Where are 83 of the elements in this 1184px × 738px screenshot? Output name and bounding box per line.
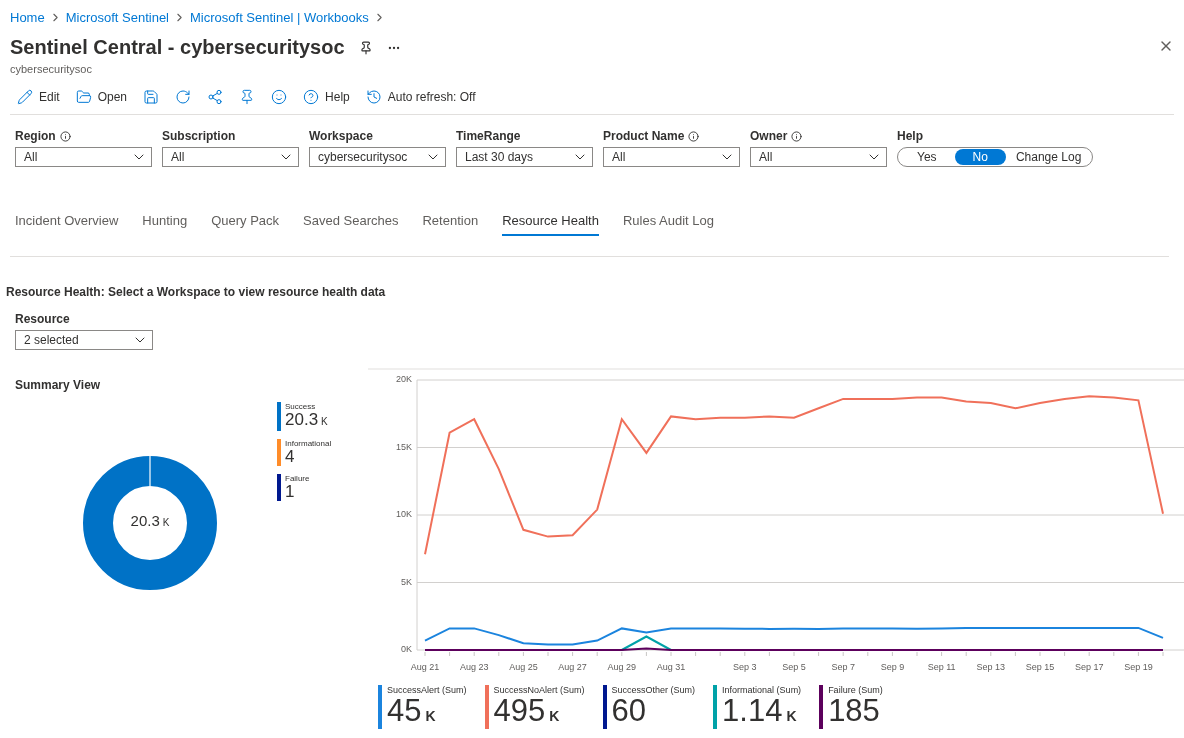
toggle-option[interactable]: No (954, 149, 1006, 165)
parameter-label: Owner (750, 129, 788, 143)
dropdown[interactable]: All (15, 147, 152, 167)
legend-label: Informational (285, 439, 332, 448)
axis-label: Aug 29 (607, 662, 637, 672)
axis-label: 0K (401, 644, 412, 655)
axis-label: 10K (396, 509, 412, 520)
legend-value: 20.3 K (285, 411, 328, 431)
axis-label: Sep 3 (733, 662, 757, 672)
toggle-option[interactable]: Change Log (1005, 149, 1092, 165)
section-title: Resource Health: Select a Workspace to view resource health data (6, 285, 387, 299)
axis-label: 15K (396, 441, 412, 452)
dropdown[interactable]: 2 selected (15, 330, 153, 350)
legend-value: 4 (285, 448, 296, 466)
axis-label: Aug 31 (656, 662, 686, 672)
legend-value: 45 K (387, 695, 437, 730)
axis-label: Sep 9 (880, 662, 905, 672)
toolbar-button[interactable]: Open (68, 85, 135, 109)
parameter-label: Workspace (309, 129, 373, 143)
axis-label: 5K (401, 576, 412, 587)
breadcrumb-link[interactable]: Home (10, 9, 45, 25)
axis-label: Sep 7 (831, 662, 855, 672)
legend-value: 1.14 K (722, 695, 797, 730)
legend-label: SuccessOther (Sum) (611, 685, 696, 695)
legend-value: 185 (828, 695, 880, 727)
legend-label: Success (285, 402, 317, 411)
axis-label: Aug 23 (459, 662, 489, 672)
legend-bar (602, 685, 607, 729)
axis-label: Aug 27 (558, 662, 587, 672)
legend-bar (484, 685, 489, 729)
page-title: Sentinel Central - cybersecuritysoc (10, 36, 345, 59)
dropdown[interactable]: Last 30 days (456, 147, 593, 167)
parameter-label: TimeRange (456, 129, 521, 143)
legend-label: Failure (285, 474, 310, 483)
edit-icon (17, 89, 33, 105)
legend-value: 495 K (493, 695, 560, 730)
legend-value: 60 (611, 695, 648, 727)
axis-label: Sep 17 (1074, 662, 1104, 672)
legend-label: SuccessNoAlert (Sum) (493, 685, 585, 695)
folder-icon (75, 89, 92, 105)
axis-label: Sep 19 (1124, 662, 1153, 672)
tab[interactable]: Resource Health (502, 213, 599, 236)
parameter-label: Help (897, 129, 923, 143)
breadcrumb-link[interactable]: Microsoft Sentinel | Workbooks (190, 9, 369, 25)
tab[interactable]: Query Pack (211, 213, 280, 236)
tab[interactable]: Retention (422, 213, 479, 236)
dropdown[interactable]: All (750, 147, 887, 167)
toolbar-button[interactable]: Auto refresh: Off (358, 85, 483, 109)
breadcrumb-link[interactable]: Microsoft Sentinel (65, 9, 169, 25)
donut-center-value: 20.3 K (129, 512, 171, 529)
axis-label: Aug 25 (509, 662, 538, 672)
dropdown[interactable]: cybersecuritysoc (309, 147, 446, 167)
dropdown[interactable]: All (162, 147, 299, 167)
toggle-option[interactable]: Yes (899, 149, 955, 165)
dropdown[interactable]: All (603, 147, 740, 167)
tab[interactable]: Saved Searches (303, 213, 399, 236)
axis-label: Sep 13 (976, 662, 1006, 672)
axis-label: 20K (396, 374, 412, 385)
legend-bar (378, 685, 382, 729)
axis-label: Sep 15 (1025, 662, 1055, 672)
parameter-label: Resource (15, 312, 71, 326)
help-icon (303, 89, 320, 105)
tab[interactable]: Incident Overview (15, 213, 119, 236)
parameter-label: Region (15, 129, 56, 143)
history-icon (365, 89, 382, 105)
parameter-label: Subscription (162, 129, 236, 143)
summary-title: Summary View (15, 378, 102, 392)
tab[interactable]: Hunting (142, 213, 188, 236)
legend-label: Failure (Sum) (828, 685, 883, 695)
toolbar-button[interactable]: Edit (10, 85, 67, 109)
parameter-label: Product Name (603, 129, 685, 143)
legend-value: 1 (285, 483, 296, 501)
legend-label: Informational (Sum) (722, 685, 802, 695)
tab[interactable]: Rules Audit Log (622, 213, 715, 236)
legend-bar (819, 685, 824, 729)
axis-label: Aug 21 (410, 662, 440, 672)
pin-icon[interactable] (358, 40, 373, 55)
legend-bar (713, 685, 718, 729)
axis-label: Sep 11 (927, 662, 956, 672)
page-subtitle: cybersecuritysoc (10, 63, 93, 75)
toolbar-button[interactable]: Help (296, 85, 357, 109)
legend-label: SuccessAlert (Sum) (387, 685, 467, 695)
axis-label: Sep 5 (782, 662, 806, 672)
